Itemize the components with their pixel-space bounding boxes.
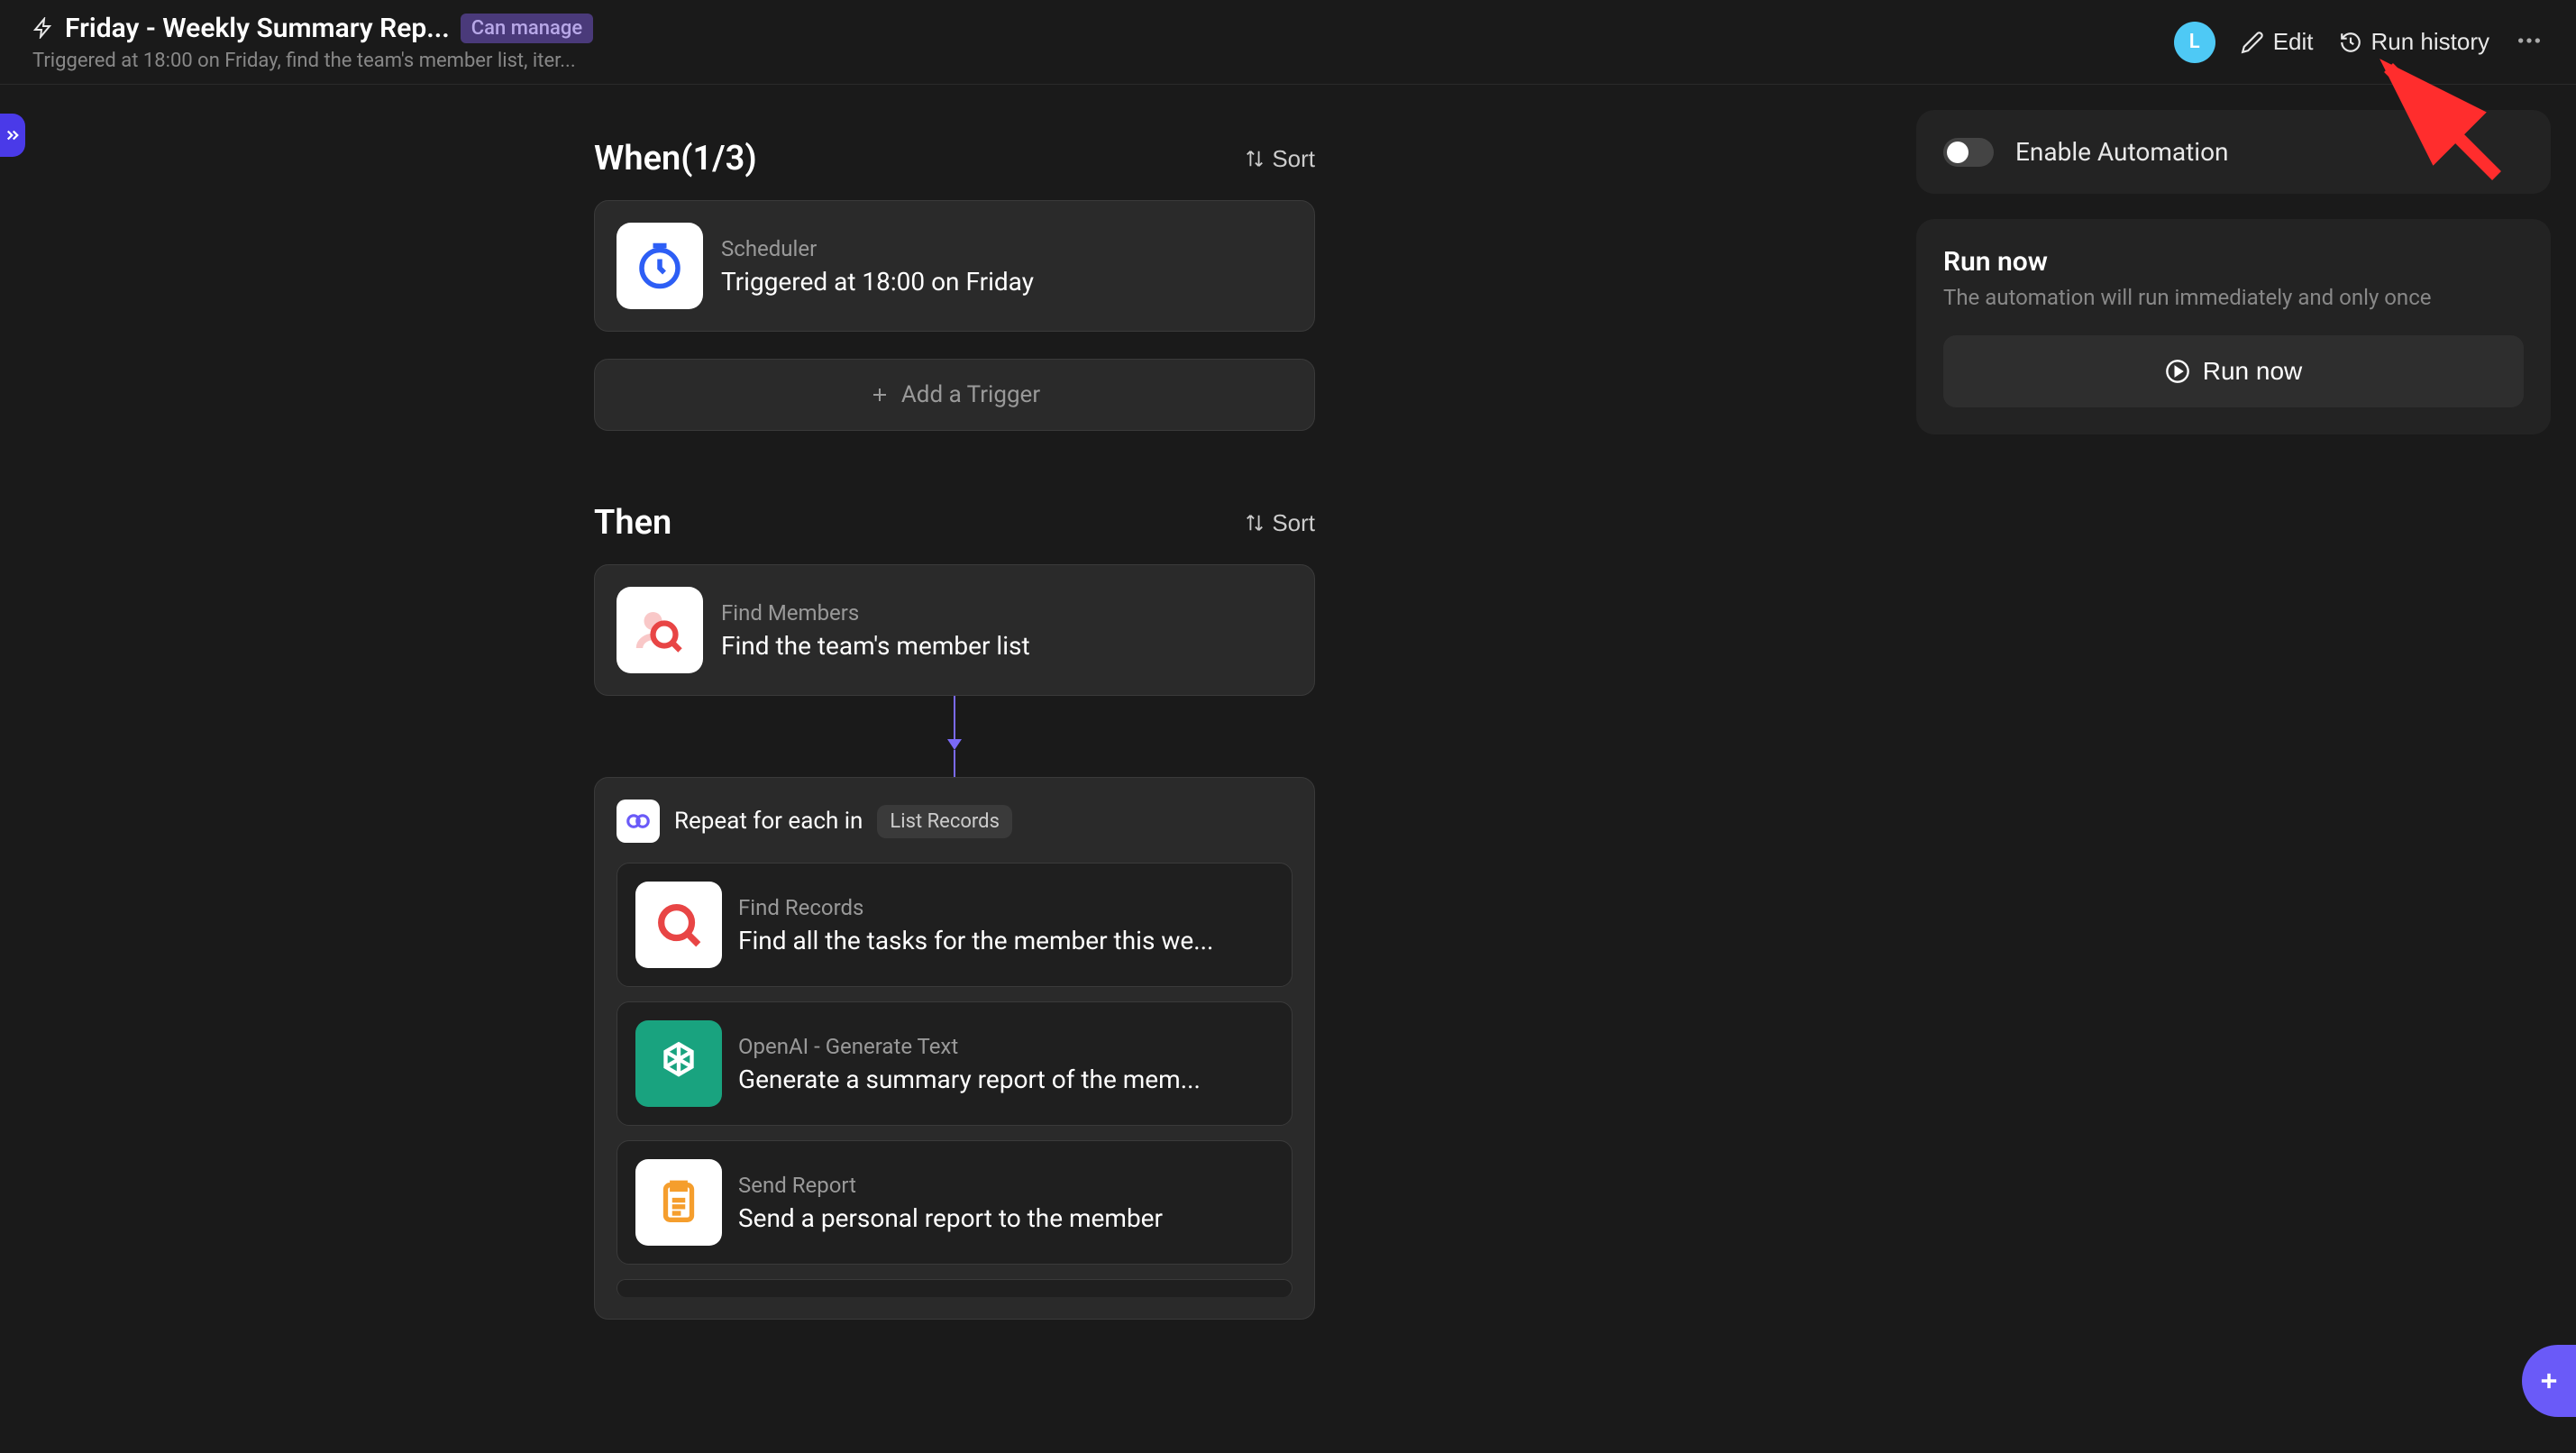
find-members-icon [617, 587, 703, 673]
loop-step-find-records[interactable]: Find Records Find all the tasks for the … [617, 863, 1293, 987]
run-now-title: Run now [1943, 246, 2524, 278]
plus-icon [869, 384, 891, 406]
avatar[interactable]: L [2174, 22, 2215, 63]
sort-icon [1245, 513, 1265, 533]
loop-step-label: OpenAI - Generate Text [738, 1034, 1201, 1059]
loop-step-desc: Find all the tasks for the member this w… [738, 926, 1213, 955]
annotation-arrow-run-now [1893, 427, 1909, 788]
edit-button[interactable]: Edit [2241, 28, 2314, 56]
loop-card[interactable]: Repeat for each in List Records Find Rec… [594, 777, 1315, 1320]
play-circle-icon [2165, 359, 2190, 384]
run-history-button[interactable]: Run history [2339, 28, 2490, 56]
loop-icon [617, 800, 660, 843]
loop-source-pill[interactable]: List Records [877, 805, 1012, 838]
loop-step-placeholder [617, 1279, 1293, 1297]
when-sort-button[interactable]: Sort [1245, 145, 1315, 173]
openai-icon [635, 1020, 722, 1107]
enable-automation-label: Enable Automation [2015, 137, 2229, 167]
page-title: Friday - Weekly Summary Rep... [65, 13, 450, 44]
sort-label: Sort [1272, 509, 1315, 537]
find-members-card[interactable]: Find Members Find the team's member list [594, 564, 1315, 696]
enable-automation-toggle[interactable] [1943, 138, 1994, 167]
trigger-scheduler-card[interactable]: Scheduler Triggered at 18:00 on Friday [594, 200, 1315, 332]
loop-step-desc: Generate a summary report of the mem... [738, 1065, 1201, 1094]
loop-step-openai[interactable]: OpenAI - Generate Text Generate a summar… [617, 1001, 1293, 1126]
find-members-desc: Find the team's member list [721, 631, 1030, 661]
loop-step-desc: Send a personal report to the member [738, 1203, 1163, 1233]
loop-step-label: Find Records [738, 895, 1213, 920]
send-report-icon [635, 1159, 722, 1246]
sort-icon [1245, 149, 1265, 169]
run-now-button-label: Run now [2203, 357, 2303, 386]
page-subtitle: Triggered at 18:00 on Friday, find the t… [32, 50, 593, 72]
then-section-title: Then [594, 503, 671, 543]
pencil-icon [2241, 31, 2264, 54]
when-section-title: When(1/3) [594, 139, 757, 178]
dots-horizontal-icon [2515, 26, 2544, 55]
plus-icon [2536, 1368, 2562, 1394]
then-sort-button[interactable]: Sort [1245, 509, 1315, 537]
run-now-desc: The automation will run immediately and … [1943, 285, 2524, 310]
find-members-label: Find Members [721, 600, 1030, 626]
add-trigger-label: Add a Trigger [901, 381, 1040, 408]
loop-label: Repeat for each in [674, 808, 863, 835]
trigger-label: Scheduler [721, 236, 1034, 261]
edit-label: Edit [2273, 28, 2314, 56]
loop-step-send-report[interactable]: Send Report Send a personal report to th… [617, 1140, 1293, 1265]
loop-step-label: Send Report [738, 1173, 1163, 1198]
bolt-icon [32, 17, 54, 39]
scheduler-icon [617, 223, 703, 309]
more-menu-button[interactable] [2515, 26, 2544, 59]
history-icon [2339, 31, 2362, 54]
trigger-desc: Triggered at 18:00 on Friday [721, 267, 1034, 297]
expand-sidebar-tab[interactable] [0, 114, 25, 157]
sort-label: Sort [1272, 145, 1315, 173]
permission-badge: Can manage [461, 14, 593, 43]
add-trigger-button[interactable]: Add a Trigger [594, 359, 1315, 431]
run-history-label: Run history [2371, 28, 2490, 56]
find-records-icon [635, 882, 722, 968]
run-now-button[interactable]: Run now [1943, 335, 2524, 407]
chevron-right-icon [5, 127, 21, 143]
